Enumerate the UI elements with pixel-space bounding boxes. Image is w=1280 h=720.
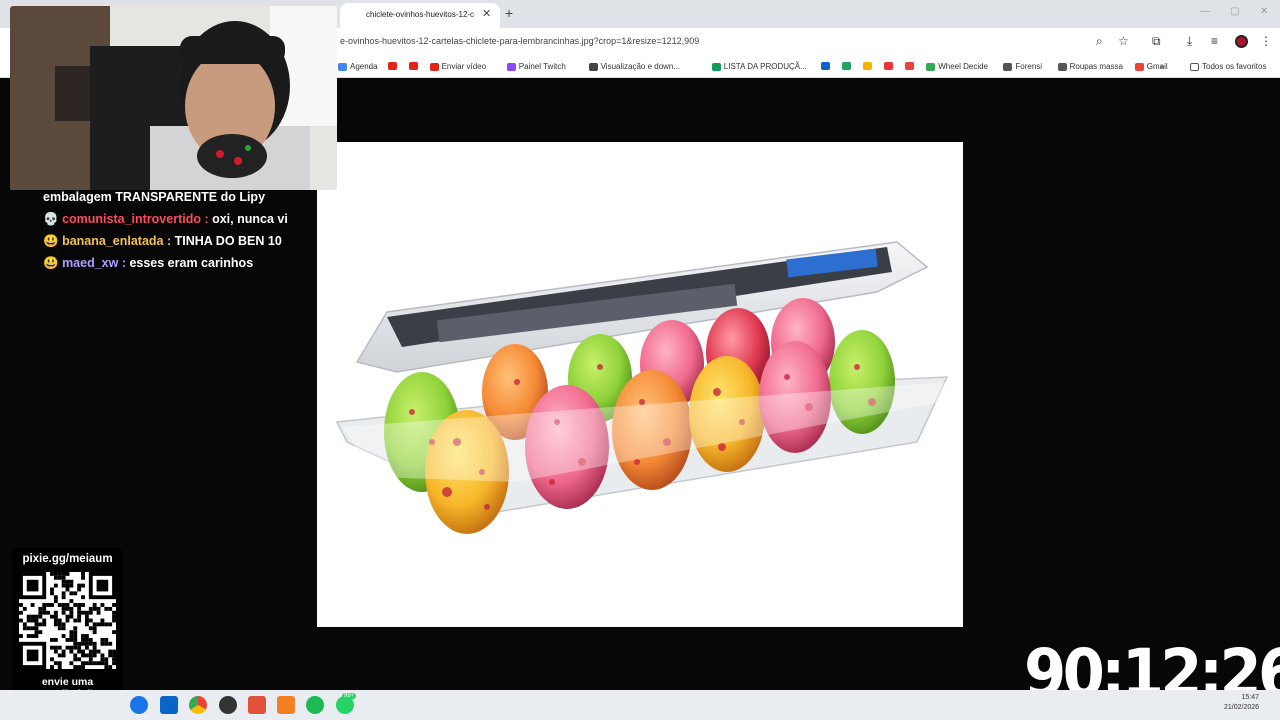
bookmark-item[interactable]	[387, 62, 397, 70]
profile-avatar[interactable]	[1235, 35, 1248, 48]
bookmark-item[interactable]: Painel Twitch	[506, 62, 566, 71]
browser-tab[interactable]: chiclete-ovinhos-huevitos-12-c	[340, 3, 500, 28]
chat-message: 😃 maed_xw : esses eram carinhos	[43, 256, 254, 270]
app-icon	[884, 62, 894, 70]
keep-icon	[863, 62, 873, 70]
minimize-icon[interactable]: —	[1200, 6, 1210, 17]
bookmark-label: Painel Twitch	[518, 62, 566, 71]
cloud-icon[interactable]	[277, 696, 295, 714]
star-icon[interactable]: ☆	[1118, 34, 1129, 48]
user-emoji: 😃	[43, 256, 59, 270]
bookmark-item[interactable]	[905, 62, 915, 70]
chat-username: maed_xw	[62, 256, 119, 270]
chat-text: esses eram carinhos	[129, 256, 254, 270]
chat-username: banana_enlatada	[62, 234, 164, 248]
bookmark-item[interactable]: Visualização e down...	[588, 62, 681, 71]
egg-carton-image	[335, 241, 949, 534]
more-bookmarks-icon[interactable]: »	[1160, 62, 1164, 71]
doc-icon	[588, 62, 598, 71]
close-tab-icon[interactable]: ✕	[482, 7, 491, 20]
bookmark-label: Enviar vídeo	[441, 62, 487, 71]
chrome-icon[interactable]	[189, 696, 207, 714]
search-icon	[1003, 62, 1013, 71]
user-emoji: 😃	[43, 234, 59, 248]
system-clock[interactable]: 15:47 21/02/2026	[1224, 693, 1259, 713]
bookmark-item[interactable]	[821, 62, 831, 70]
bookmark-item[interactable]: Enviar vídeo	[429, 62, 487, 71]
chat-message: 😃 banana_enlatada : TINHA DO BEN 10	[43, 234, 282, 248]
url-text[interactable]: e-ovinhos-huevitos-12-cartelas-chiclete-…	[340, 36, 699, 46]
clock-time: 15:47	[1241, 694, 1260, 701]
outlook-icon	[821, 62, 831, 70]
youtube-icon	[408, 62, 418, 70]
stream-scene: chiclete-ovinhos-huevitos-12-c ✕ + — ▢ ✕…	[0, 0, 1280, 720]
gmail-icon	[905, 62, 915, 70]
bookmark-label: Agenda	[350, 62, 378, 71]
extensions-icon[interactable]: ⧉	[1152, 34, 1161, 49]
bookmark-item[interactable]	[408, 62, 418, 70]
notification-badge: 99+	[342, 693, 357, 699]
new-tab-icon[interactable]: +	[505, 5, 513, 21]
clock-date: 21/02/2026	[1224, 704, 1260, 711]
edge-icon[interactable]	[130, 696, 148, 714]
calendar-icon	[338, 62, 347, 71]
qr-code-icon	[19, 572, 116, 669]
bookmark-label: Visualização e down...	[600, 62, 681, 71]
bookmark-item[interactable]: LISTA DA PRODUÇÃ...	[711, 62, 807, 71]
chat-text: embalagem TRANSPARENTE do Lipy	[43, 190, 266, 204]
chat-text: oxi, nunca vi	[212, 212, 288, 226]
youtube-icon	[429, 62, 439, 71]
chat-message: embalagem TRANSPARENTE do Lipy	[43, 186, 293, 208]
folder-icon	[1057, 62, 1067, 71]
folder-icon	[1190, 62, 1199, 71]
download-icon[interactable]: ⤓	[1187, 34, 1192, 49]
spotify-icon[interactable]	[306, 696, 324, 714]
all-bookmarks-label: Todos os favoritos	[1202, 62, 1267, 71]
chat-username: comunista_introvertido	[62, 212, 201, 226]
image-viewer	[317, 142, 963, 627]
zoom-icon[interactable]: ⌕	[1096, 34, 1103, 49]
close-window-icon[interactable]: ✕	[1260, 6, 1268, 17]
bookmark-label: Forensi	[1015, 62, 1043, 71]
streamer-camera-image	[10, 6, 337, 190]
app-icon[interactable]	[248, 696, 266, 714]
obs-icon[interactable]	[219, 696, 237, 714]
twitch-icon	[506, 62, 516, 71]
user-emoji: 💀	[43, 212, 59, 226]
bookmark-item[interactable]: Roupas massa	[1057, 62, 1123, 71]
bookmark-item[interactable]	[884, 62, 894, 70]
bookmark-label: Wheel Decide	[938, 62, 988, 71]
donation-qr-box: pixie.gg/meiaum envie uma contribuição	[12, 548, 123, 708]
maximize-icon[interactable]: ▢	[1230, 6, 1239, 17]
bookmark-label: Gmail	[1146, 62, 1168, 71]
bookmark-item[interactable]	[842, 62, 852, 70]
chrome-icon	[926, 62, 936, 71]
bookmark-label: LISTA DA PRODUÇÃ...	[723, 62, 807, 71]
drive-icon	[842, 62, 852, 70]
sheets-icon	[711, 62, 721, 71]
gmail-icon	[1134, 62, 1144, 71]
chat-text: TINHA DO BEN 10	[174, 234, 282, 248]
chat-message: 💀 comunista_introvertido : oxi, nunca vi	[43, 212, 288, 226]
bookmark-item[interactable]: Wheel Decide	[926, 62, 988, 71]
youtube-icon	[387, 62, 397, 70]
donation-url: pixie.gg/meiaum	[22, 553, 113, 565]
taskbar: 99+ 15:47 21/02/2026	[0, 690, 1280, 720]
bookmark-item[interactable]: Agenda	[338, 62, 378, 71]
tab-title: chiclete-ovinhos-huevitos-12-c	[366, 10, 475, 19]
all-bookmarks-folder[interactable]: Todos os favoritos	[1190, 62, 1266, 71]
webcam-feed	[10, 6, 337, 190]
bookmark-item[interactable]	[863, 62, 873, 70]
bookmark-item[interactable]: Forensi	[1003, 62, 1042, 71]
menu-icon[interactable]: ⋮	[1260, 34, 1272, 48]
reading-list-icon[interactable]: ≡	[1211, 34, 1218, 48]
chat-overlay: embalagem TRANSPARENTE do Lipy 💀 comunis…	[43, 186, 293, 274]
outlook-icon[interactable]	[160, 696, 178, 714]
bookmark-label: Roupas massa	[1069, 62, 1123, 71]
